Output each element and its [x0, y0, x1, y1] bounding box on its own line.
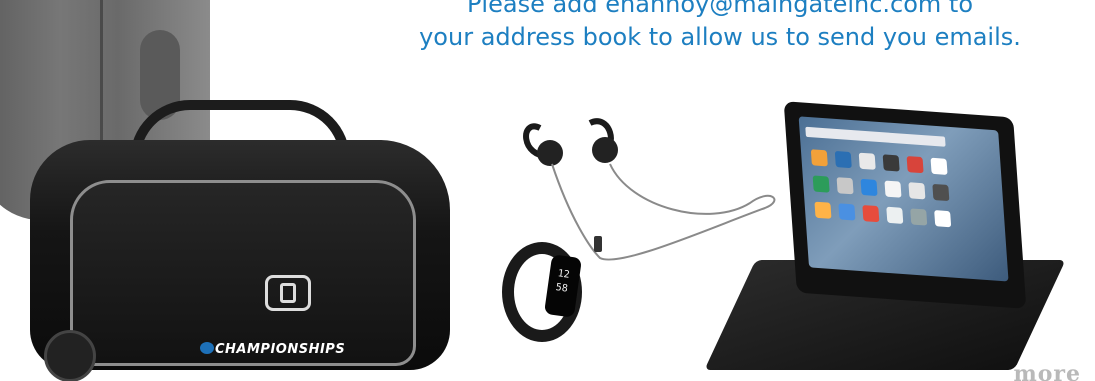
- app-icon: [932, 183, 950, 202]
- ncaa-logo-icon: [200, 342, 214, 354]
- bottom-partial-logo: more: [1013, 361, 1081, 381]
- app-icon: [838, 203, 856, 221]
- band-minute: 58: [554, 282, 569, 295]
- duffel-bag-image: CHAMPIONSHIPS: [10, 100, 450, 381]
- settings-icon: [934, 210, 952, 228]
- app-icon: [908, 182, 926, 200]
- app-icon: [858, 152, 876, 170]
- app-icon: [836, 177, 854, 195]
- bag-logo-icon: [265, 275, 311, 311]
- app-icon: [814, 201, 832, 219]
- app-icon: [834, 150, 852, 169]
- tablet-device: [783, 101, 1027, 309]
- app-icon: [862, 204, 880, 223]
- app-icon: [930, 157, 948, 175]
- notice-line-2: your address book to allow us to send yo…: [419, 23, 1021, 51]
- earphone-remote: [594, 236, 602, 252]
- email-whitelist-notice: Please add ehannoy@maingateinc.com to yo…: [360, 0, 1080, 54]
- app-icon: [810, 149, 828, 167]
- tablet-image: [704, 101, 1066, 375]
- bag-wheel: [44, 330, 96, 381]
- app-icon: [882, 154, 900, 172]
- bag-panel: [70, 180, 416, 366]
- app-icon: [906, 155, 924, 174]
- tablet-search-bar: [805, 126, 946, 147]
- app-icon: [884, 180, 902, 198]
- notice-line-1: Please add ehannoy@maingateinc.com to: [466, 0, 974, 18]
- fitness-band-image: 12 58: [496, 232, 588, 350]
- right-earbud: [592, 137, 618, 163]
- app-icon: [860, 178, 878, 197]
- left-earbud: [537, 140, 563, 166]
- band-hour: 12: [556, 268, 571, 281]
- promo-banner: Please add ehannoy@maingateinc.com to yo…: [0, 0, 1095, 381]
- bag-brand-text: CHAMPIONSHIPS: [215, 342, 346, 357]
- app-icon: [886, 206, 904, 224]
- app-icon: [812, 175, 830, 193]
- tablet-screen: [798, 116, 1009, 282]
- app-icon: [910, 208, 928, 226]
